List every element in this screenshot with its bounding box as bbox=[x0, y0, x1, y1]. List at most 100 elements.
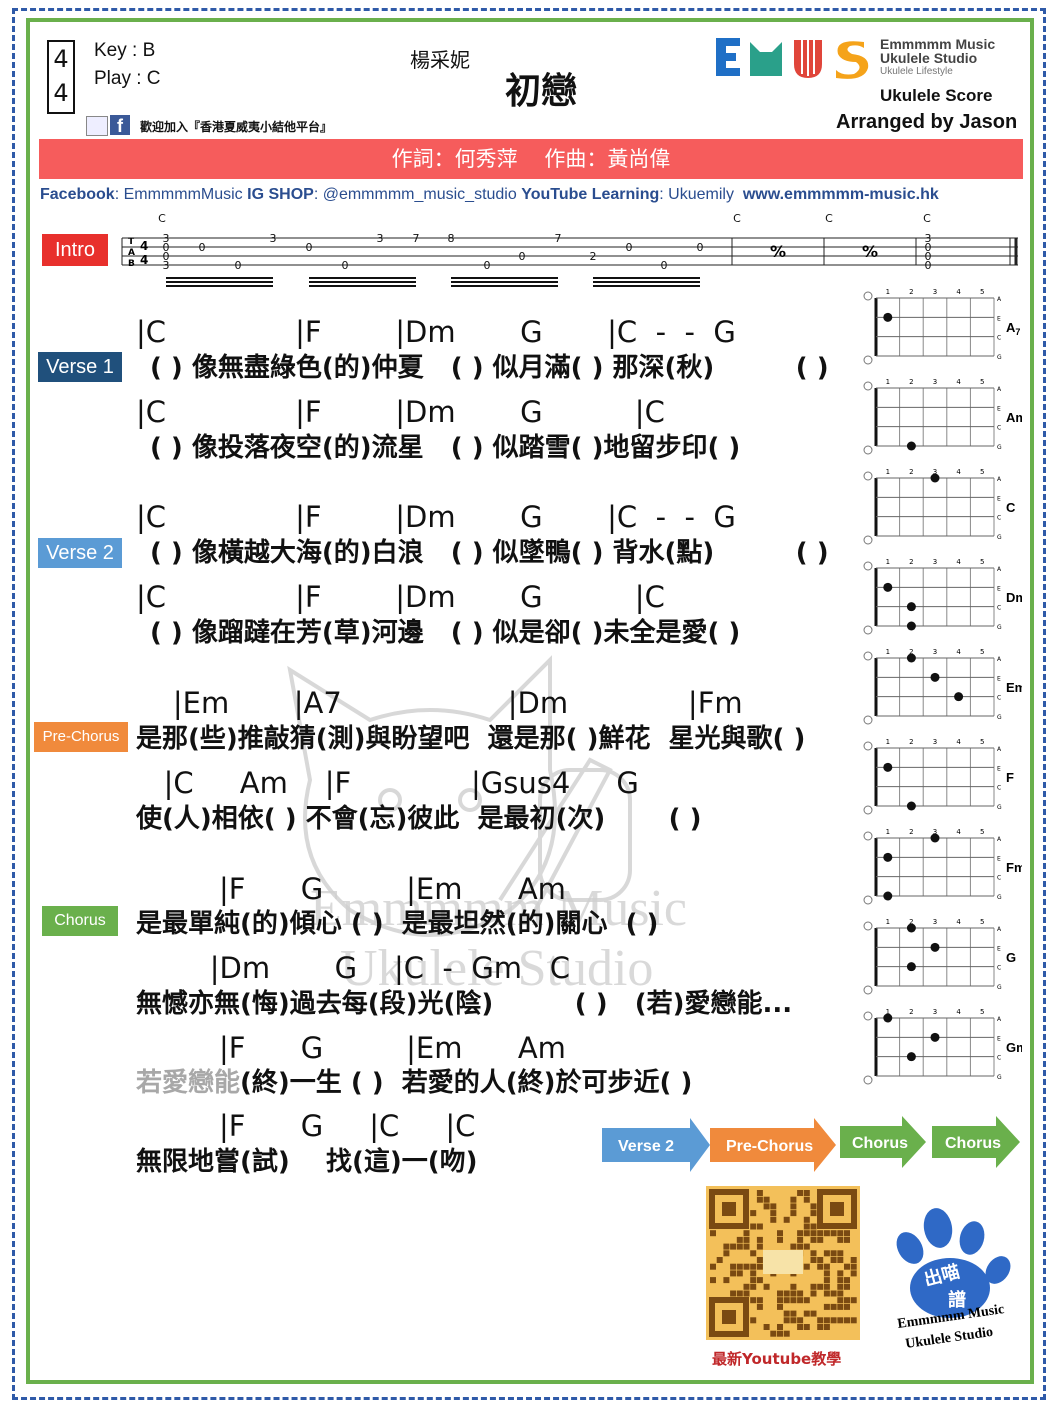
tab-note: 0 bbox=[235, 259, 242, 272]
weibo-icon[interactable] bbox=[86, 116, 108, 136]
chord-fret-number: 3 bbox=[933, 1008, 937, 1016]
lyric-line: 無憾亦無(悔)過去每(段)光(陰) ( ) (若)愛戀能... bbox=[136, 989, 793, 1019]
chord-fret-number: 4 bbox=[956, 648, 961, 656]
chord-string-letter: A bbox=[997, 386, 1002, 393]
chord-string-letter: C bbox=[997, 785, 1001, 792]
chord-diagram-c: 1 2 3 4 5AECGC bbox=[863, 468, 1016, 545]
chord-open-marker bbox=[863, 625, 873, 635]
chord-string-letter: E bbox=[997, 1035, 1001, 1042]
svg-text:4: 4 bbox=[140, 253, 148, 267]
roadmap-label-3: Chorus bbox=[852, 1135, 908, 1152]
chord-fret-number: 2 bbox=[909, 828, 913, 836]
chord-diagram-fm: 1 2 3 4 5AECGFm bbox=[863, 828, 1026, 905]
chord-string-letter: E bbox=[997, 405, 1001, 412]
chord-fret-number: 1 bbox=[886, 918, 890, 926]
chord-name: Gm bbox=[1006, 1040, 1022, 1055]
chord-open-marker bbox=[863, 355, 873, 365]
chord-string-letter: E bbox=[997, 675, 1001, 682]
chord-open-marker bbox=[863, 291, 873, 301]
chord-open-marker bbox=[863, 831, 873, 841]
tab-note: 3 bbox=[270, 232, 277, 245]
chord-string-letter: G bbox=[997, 354, 1002, 361]
chord-name: Dm bbox=[1006, 590, 1022, 605]
chord-fret-number: 1 bbox=[886, 648, 890, 656]
chord-string-letter: A bbox=[997, 746, 1002, 753]
chord-finger-dot bbox=[906, 621, 916, 631]
yt-label: YouTube Learning bbox=[521, 186, 660, 203]
lyric-line: 是最單純(的)傾心 ( ) 是最坦然(的)關心 ( ) bbox=[136, 909, 659, 939]
chord-fret-number: 3 bbox=[933, 558, 937, 566]
chord-fret-number: 4 bbox=[956, 918, 961, 926]
tab-note: 7 bbox=[555, 232, 562, 245]
lyric-line: ( ) 像無盡綠色(的)仲夏 ( ) 似月滿( ) 那深(秋) ( ) bbox=[150, 353, 829, 383]
chord-string-letter: G bbox=[997, 894, 1002, 901]
ig-label: IG SHOP bbox=[247, 186, 314, 203]
chord-diagrams: 1 2 3 4 5AECGA71 2 3 4 5AECGAm1 2 3 4 5AECGC1 2 3 4 5AEC… bbox=[863, 288, 1028, 1085]
chord-finger-dot bbox=[954, 692, 964, 702]
chord-finger-dot bbox=[883, 762, 893, 772]
chord-string-letter: A bbox=[997, 1016, 1002, 1023]
facebook-icon[interactable]: f bbox=[110, 115, 130, 136]
chord-fret-number: 1 bbox=[886, 288, 890, 296]
intro-chord-2: C bbox=[733, 212, 741, 225]
chord-fret-number: 1 bbox=[886, 828, 890, 836]
qr-caption: 最新Youtube教學 bbox=[712, 1350, 842, 1368]
chord-diagram-gm: 1 2 3 4 5AECGGm bbox=[863, 1008, 1028, 1085]
chord-string-letter: G bbox=[997, 624, 1002, 631]
yt-value[interactable]: : Ukuemily bbox=[659, 186, 743, 203]
roadmap-label-2: Pre-Chorus bbox=[726, 1138, 813, 1155]
chord-finger-dot bbox=[930, 833, 940, 843]
svg-text:T: T bbox=[128, 237, 135, 247]
repeat-symbol: % bbox=[770, 242, 786, 261]
chord-fret-number: 5 bbox=[980, 468, 984, 476]
chord-line: |F G |C |C bbox=[136, 1109, 476, 1143]
tab-note: 0 bbox=[519, 250, 526, 263]
chord-fret-number: 4 bbox=[956, 828, 961, 836]
chord-name: C bbox=[1006, 500, 1016, 515]
chord-fret-number: 5 bbox=[980, 648, 984, 656]
roadmap-label-1: Verse 2 bbox=[618, 1138, 674, 1155]
artist: 楊采妮 bbox=[410, 48, 470, 72]
chord-open-marker bbox=[863, 805, 873, 815]
chord-line: |Dm G |C - Gm C bbox=[136, 951, 570, 985]
chord-fret-number: 2 bbox=[909, 1008, 913, 1016]
chord-string-letter: C bbox=[997, 425, 1001, 432]
chord-fret-number: 5 bbox=[980, 738, 984, 746]
time-signature: 4 4 bbox=[47, 40, 75, 114]
chord-string-letter: A bbox=[997, 476, 1002, 483]
tab-note: 0 bbox=[626, 241, 633, 254]
lyric-main: (終)一生 ( ) 若愛的人(終)於可步近( ) bbox=[240, 1068, 693, 1098]
tab-note: 0 bbox=[697, 241, 704, 254]
tab-note: 3 bbox=[163, 259, 170, 272]
qr-code[interactable] bbox=[706, 1186, 860, 1340]
ig-value[interactable]: : @emmmmm_music_studio bbox=[314, 186, 521, 203]
chord-string-letter: C bbox=[997, 965, 1001, 972]
tab-note: 7 bbox=[413, 232, 420, 245]
chord-string-letter: G bbox=[997, 714, 1002, 721]
fb-value[interactable]: : EmmmmmMusic bbox=[115, 186, 247, 203]
chord-string-letter: E bbox=[997, 585, 1001, 592]
chord-string-letter: G bbox=[997, 534, 1002, 541]
section-prechorus: Pre-Chorus bbox=[34, 722, 128, 752]
chord-fret-number: 3 bbox=[933, 738, 937, 746]
chord-string-letter: C bbox=[997, 335, 1001, 342]
chord-finger-dot bbox=[906, 602, 916, 612]
chord-fret-number: 5 bbox=[980, 918, 984, 926]
chord-name: A7 bbox=[1006, 320, 1020, 337]
chord-finger-dot bbox=[906, 441, 916, 451]
chord-diagram-f: 1 2 3 4 5 A E C G F bbox=[863, 738, 1014, 815]
brand-line3: Ukulele Lifestyle bbox=[880, 66, 953, 77]
chord-string-letter: A bbox=[997, 296, 1002, 303]
chord-finger-dot bbox=[906, 962, 916, 972]
chord-diagram-em: 1 2 3 4 5AECGEm bbox=[863, 648, 1026, 725]
chord-open-marker bbox=[863, 445, 873, 455]
chord-line: |Em |A7 |Dm |Fm bbox=[136, 686, 743, 720]
svg-text:B: B bbox=[128, 259, 135, 269]
chord-finger-dot bbox=[906, 1052, 916, 1062]
chord-fret-number: 4 bbox=[956, 738, 961, 746]
chord-string-letter: A bbox=[997, 926, 1002, 933]
svg-text:4: 4 bbox=[140, 239, 148, 253]
website-link[interactable]: www.emmmmm-music.hk bbox=[743, 186, 939, 203]
intro-chord-4: C bbox=[923, 212, 931, 225]
time-sig-top: 4 bbox=[53, 45, 69, 73]
